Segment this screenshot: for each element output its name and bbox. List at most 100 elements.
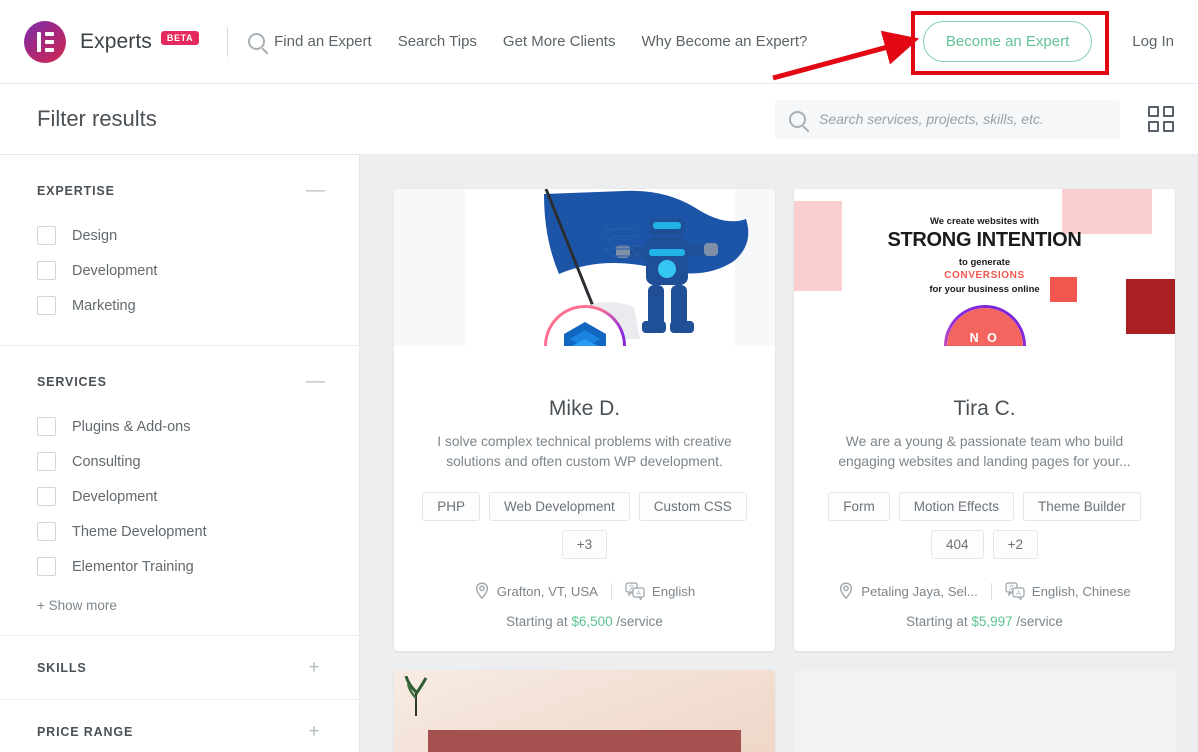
filter-option-development[interactable]: Development (0, 253, 359, 288)
search-area (775, 99, 1174, 139)
checkbox-icon[interactable] (37, 417, 56, 436)
tag[interactable]: Theme Builder (1023, 492, 1141, 521)
checkbox-icon[interactable] (37, 557, 56, 576)
tag[interactable]: PHP (422, 492, 480, 521)
nav-find-an-expert[interactable]: Find an Expert (248, 33, 372, 50)
filter-section-title: PRICE RANGE (37, 724, 134, 739)
checkbox-icon[interactable] (37, 261, 56, 280)
filter-section-title: SERVICES (37, 374, 107, 389)
cover-headline-1: We create websites with (929, 216, 1040, 227)
search-box[interactable] (775, 99, 1120, 139)
expert-name[interactable]: Tira C. (820, 397, 1149, 421)
filter-option-marketing[interactable]: Marketing (0, 288, 359, 323)
results-subheader: Filter results (0, 84, 1198, 155)
collapse-minus-icon[interactable]: — (306, 372, 325, 391)
cover-headline-4: CONVERSIONS (944, 270, 1025, 281)
log-in-link[interactable]: Log In (1132, 33, 1174, 50)
expert-card-body: Tira C. We are a young & passionate team… (794, 346, 1175, 651)
checkbox-icon[interactable] (37, 226, 56, 245)
show-more-link[interactable]: + Show more (0, 598, 359, 613)
brand[interactable]: Experts BETA (24, 20, 200, 63)
filter-option-label: Marketing (72, 297, 136, 314)
languages-text: English (651, 583, 696, 599)
checkbox-icon[interactable] (37, 452, 56, 471)
become-an-expert-button[interactable]: Become an Expert (922, 21, 1093, 62)
tag[interactable]: Form (828, 492, 890, 521)
checkbox-icon[interactable] (37, 296, 56, 315)
expert-meta: Petaling Jaya, Sel... 文 A English, Chine… (820, 582, 1149, 600)
filter-option-plugins-add-ons[interactable]: Plugins & Add-ons (0, 409, 359, 444)
filter-section-price-range: PRICE RANGE + (0, 700, 359, 752)
expert-location: Grafton, VT, USA (474, 582, 598, 600)
nav-search-tips[interactable]: Search Tips (398, 33, 477, 50)
filter-section-header[interactable]: EXPERTISE — (0, 181, 359, 200)
expand-plus-icon[interactable]: + (306, 722, 322, 741)
cover-banner (428, 730, 741, 752)
filter-option-theme-development[interactable]: Theme Development (0, 514, 359, 549)
tag-more[interactable]: +3 (561, 530, 608, 559)
expert-tags: PHP Web Development Custom CSS +3 (420, 492, 749, 559)
filter-option-label: Elementor Training (72, 558, 194, 575)
checkbox-icon[interactable] (37, 522, 56, 541)
tag[interactable]: 404 (931, 530, 984, 559)
elementor-logo-icon[interactable] (24, 20, 66, 63)
tag[interactable]: Motion Effects (898, 492, 1014, 521)
price-prefix: Starting at (506, 614, 568, 629)
expert-card[interactable] (394, 670, 775, 752)
filter-sidebar: EXPERTISE — Design Development Marketing… (0, 155, 360, 752)
filter-section-header[interactable]: SKILLS + (0, 658, 359, 677)
filter-option-design[interactable]: Design (0, 218, 359, 253)
filter-section-expertise: EXPERTISE — Design Development Marketing (0, 155, 359, 346)
filter-section-header[interactable]: SERVICES — (0, 372, 359, 391)
expert-name[interactable]: Mike D. (420, 397, 749, 421)
grid-view-icon[interactable] (1148, 106, 1174, 132)
filter-section-title: SKILLS (37, 660, 87, 675)
filter-option-elementor-training[interactable]: Elementor Training (0, 549, 359, 584)
tag[interactable]: Web Development (488, 492, 630, 521)
expert-price: Starting at $5,997 /service (820, 614, 1149, 629)
tag-more[interactable]: +2 (992, 530, 1038, 559)
filter-option-label: Design (72, 227, 118, 244)
location-text: Grafton, VT, USA (496, 583, 598, 599)
price-suffix: /service (616, 614, 663, 629)
filter-section-skills: SKILLS + (0, 636, 359, 700)
expert-description: We are a young & passionate team who bui… (838, 434, 1131, 469)
expert-cover-image: We create websites with STRONG INTENTION… (794, 189, 1175, 346)
filter-option-development[interactable]: Development (0, 479, 359, 514)
search-input[interactable] (819, 111, 1106, 127)
price-prefix: Starting at (906, 614, 968, 629)
nav-why-become-an-expert[interactable]: Why Become an Expert? (641, 33, 807, 50)
cover-headline-2: STRONG INTENTION (887, 229, 1082, 251)
expert-card[interactable]: Mike D. I solve complex technical proble… (394, 189, 775, 651)
expert-card-placeholder[interactable] (794, 670, 1175, 752)
nav-label: Find an Expert (274, 33, 372, 50)
results-grid: Mike D. I solve complex technical proble… (361, 155, 1198, 752)
page-title: Filter results (37, 106, 157, 131)
filter-option-consulting[interactable]: Consulting (0, 444, 359, 479)
nav-get-more-clients[interactable]: Get More Clients (503, 33, 616, 50)
collapse-minus-icon[interactable]: — (306, 181, 325, 200)
expert-languages: 文 A English (625, 582, 695, 600)
expert-tags: Form Motion Effects Theme Builder 404 +2 (820, 492, 1149, 559)
translate-icon: 文 A (625, 582, 645, 600)
expert-cover-image (394, 189, 775, 346)
svg-text:A: A (1016, 590, 1021, 597)
checkbox-icon[interactable] (37, 487, 56, 506)
expert-description: I solve complex technical problems with … (437, 434, 732, 469)
header-actions: Become an Expert Log In (922, 21, 1174, 62)
filter-section-header[interactable]: PRICE RANGE + (0, 722, 359, 741)
main-nav: Find an Expert Search Tips Get More Clie… (248, 33, 807, 50)
expert-cover-image (394, 670, 775, 752)
search-icon (789, 110, 806, 128)
filter-option-label: Theme Development (72, 523, 207, 540)
location-pin-icon (840, 582, 853, 600)
location-pin-icon (475, 582, 488, 600)
tag[interactable]: Custom CSS (638, 492, 747, 521)
expand-plus-icon[interactable]: + (306, 658, 322, 677)
expert-card[interactable]: We create websites with STRONG INTENTION… (794, 189, 1175, 651)
price-value: $5,997 (971, 614, 1013, 629)
svg-text:文: 文 (1008, 584, 1014, 592)
placeholder-cover (794, 670, 1175, 752)
search-icon (248, 33, 266, 50)
expert-location: Petaling Jaya, Sel... (838, 582, 978, 600)
